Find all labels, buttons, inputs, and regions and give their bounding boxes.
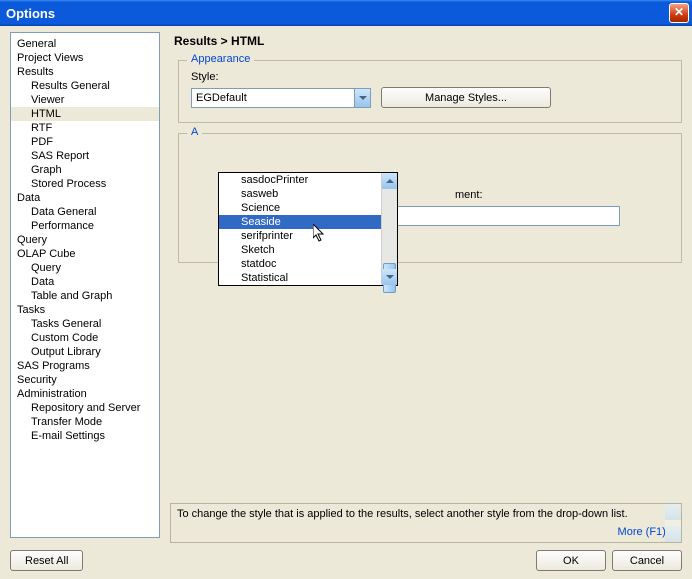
tree-item[interactable]: Security xyxy=(11,373,159,387)
tree-item[interactable]: Query xyxy=(11,261,159,275)
help-more-link[interactable]: More (F1)... xyxy=(177,526,675,538)
tree-item[interactable]: OLAP Cube xyxy=(11,247,159,261)
tree-item[interactable]: Repository and Server xyxy=(11,401,159,415)
tree-item[interactable]: PDF xyxy=(11,135,159,149)
dropdown-option[interactable]: Science xyxy=(219,201,397,215)
tree-item[interactable]: Data xyxy=(11,191,159,205)
tree-item[interactable]: SAS Report xyxy=(11,149,159,163)
dropdown-option[interactable]: Sketch xyxy=(219,243,397,257)
tree-item[interactable]: Query xyxy=(11,233,159,247)
style-dropdown[interactable]: EGDefault xyxy=(191,88,371,108)
window-title: Options xyxy=(6,6,55,21)
tree-item[interactable]: Performance xyxy=(11,219,159,233)
help-panel: To change the style that is applied to t… xyxy=(170,503,682,543)
tree-item[interactable]: Results General xyxy=(11,79,159,93)
tree-item[interactable]: Table and Graph xyxy=(11,289,159,303)
tree-item[interactable]: Custom Code xyxy=(11,331,159,345)
fragment-label: ment: xyxy=(455,189,483,201)
tree-item[interactable]: Output Library xyxy=(11,345,159,359)
tree-item[interactable]: Transfer Mode xyxy=(11,415,159,429)
dropdown-option[interactable]: Statistical xyxy=(219,271,397,285)
dropdown-scrollbar[interactable] xyxy=(381,173,397,285)
scroll-up-icon xyxy=(665,504,681,520)
style-dropdown-popup[interactable]: sasdocPrintersaswebScienceSeasideserifpr… xyxy=(218,172,398,286)
appearance-group-title: Appearance xyxy=(187,53,254,65)
tree-item[interactable]: Graph xyxy=(11,163,159,177)
cancel-button[interactable]: Cancel xyxy=(612,550,682,571)
tree-item[interactable]: Data xyxy=(11,275,159,289)
tree-item[interactable]: E-mail Settings xyxy=(11,429,159,443)
titlebar: Options ✕ xyxy=(0,0,692,26)
tree-item[interactable]: SAS Programs xyxy=(11,359,159,373)
style-selected-value: EGDefault xyxy=(196,92,247,104)
close-button[interactable]: ✕ xyxy=(669,3,689,23)
chevron-down-icon xyxy=(354,89,370,107)
tree-item[interactable]: General xyxy=(11,37,159,51)
dialog-body: GeneralProject ViewsResultsResults Gener… xyxy=(0,26,692,579)
scroll-down-icon xyxy=(665,526,681,542)
style-label: Style: xyxy=(191,71,669,83)
dropdown-option[interactable]: serifprinter xyxy=(219,229,397,243)
manage-styles-button[interactable]: Manage Styles... xyxy=(381,87,551,108)
ok-button[interactable]: OK xyxy=(536,550,606,571)
tree-item[interactable]: HTML xyxy=(11,107,159,121)
dropdown-option[interactable]: Seaside xyxy=(219,215,397,229)
close-icon: ✕ xyxy=(674,5,684,19)
additional-group-title-fragment: A xyxy=(187,126,202,138)
scroll-up-icon[interactable] xyxy=(382,173,397,189)
appearance-group: Appearance Style: EGDefault Manage Style… xyxy=(178,60,682,123)
dropdown-option[interactable]: statdoc xyxy=(219,257,397,271)
tree-item[interactable]: Data General xyxy=(11,205,159,219)
tree-item[interactable]: Project Views xyxy=(11,51,159,65)
help-text: To change the style that is applied to t… xyxy=(177,508,675,520)
tree-item[interactable]: Results xyxy=(11,65,159,79)
dropdown-option[interactable]: sasdocPrinter xyxy=(219,173,397,187)
scroll-down-icon[interactable] xyxy=(382,269,397,285)
dialog-button-bar: Reset All OK Cancel xyxy=(10,550,682,571)
tree-item[interactable]: Tasks General xyxy=(11,317,159,331)
reset-all-button[interactable]: Reset All xyxy=(10,550,83,571)
tree-item[interactable]: Administration xyxy=(11,387,159,401)
tree-item[interactable]: Viewer xyxy=(11,93,159,107)
category-tree[interactable]: GeneralProject ViewsResultsResults Gener… xyxy=(10,32,160,538)
tree-item[interactable]: Tasks xyxy=(11,303,159,317)
tree-item[interactable]: Stored Process xyxy=(11,177,159,191)
dropdown-option[interactable]: sasweb xyxy=(219,187,397,201)
tree-item[interactable]: RTF xyxy=(11,121,159,135)
help-scrollbar xyxy=(665,504,681,542)
style-row: EGDefault Manage Styles... xyxy=(191,87,669,108)
